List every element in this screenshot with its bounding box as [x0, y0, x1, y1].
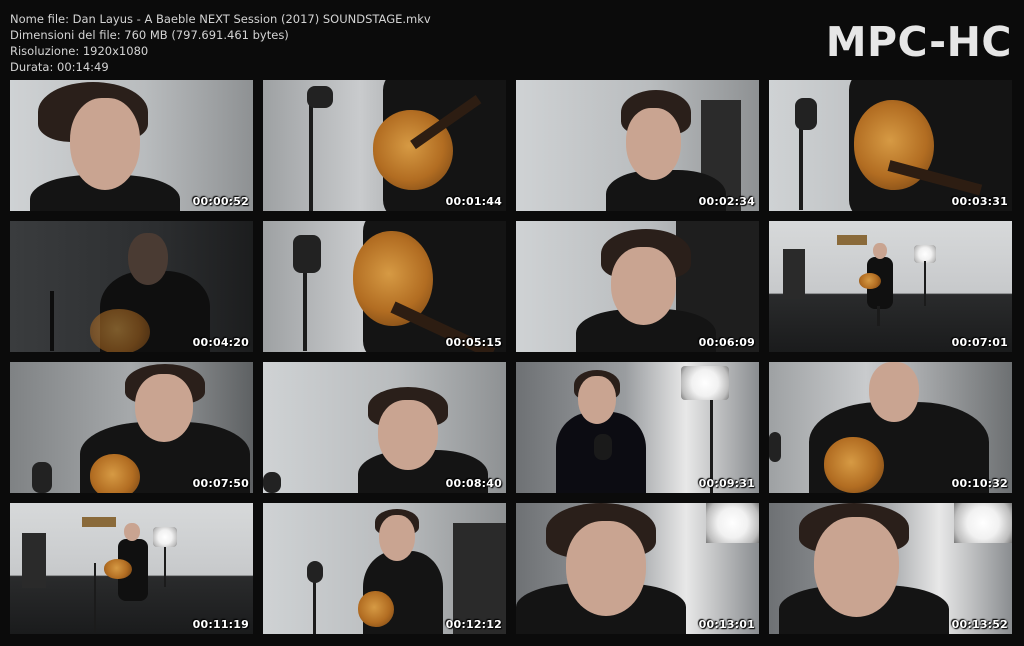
thumbnail[interactable]: 00:02:34: [516, 80, 759, 211]
video-frame: [516, 362, 759, 493]
video-frame: [769, 221, 1012, 352]
video-frame: [516, 503, 759, 634]
video-frame: [769, 80, 1012, 211]
timestamp: 00:07:01: [951, 336, 1008, 349]
video-frame: [769, 503, 1012, 634]
thumbnail[interactable]: 00:08:40: [263, 362, 506, 493]
thumbnail[interactable]: 00:03:31: [769, 80, 1012, 211]
thumbnail-grid: 00:00:52 00:01:44 00:02:34 00:03:31 00:0…: [10, 80, 1014, 636]
thumbnail[interactable]: 00:05:15: [263, 221, 506, 352]
thumbnail[interactable]: 00:13:52: [769, 503, 1012, 634]
thumbnail[interactable]: 00:07:50: [10, 362, 253, 493]
video-frame: [516, 221, 759, 352]
file-size: Dimensioni del file: 760 MB (797.691.461…: [10, 28, 289, 42]
timestamp: 00:12:12: [445, 618, 502, 631]
thumbnail[interactable]: 00:12:12: [263, 503, 506, 634]
video-frame: [10, 80, 253, 211]
timestamp: 00:03:31: [951, 195, 1008, 208]
timestamp: 00:10:32: [951, 477, 1008, 490]
timestamp: 00:00:52: [192, 195, 249, 208]
timestamp: 00:09:31: [698, 477, 755, 490]
thumbnail[interactable]: 00:11:19: [10, 503, 253, 634]
video-frame: [263, 221, 506, 352]
timestamp: 00:13:01: [698, 618, 755, 631]
timestamp: 00:02:34: [698, 195, 755, 208]
timestamp: 00:05:15: [445, 336, 502, 349]
thumbnail[interactable]: 00:01:44: [263, 80, 506, 211]
video-frame: [10, 362, 253, 493]
video-frame: [263, 80, 506, 211]
video-frame: [516, 80, 759, 211]
resolution: Risoluzione: 1920x1080: [10, 44, 149, 58]
timestamp: 00:13:52: [951, 618, 1008, 631]
thumbnail[interactable]: 00:07:01: [769, 221, 1012, 352]
video-frame: [263, 362, 506, 493]
timestamp: 00:01:44: [445, 195, 502, 208]
thumbnail[interactable]: 00:09:31: [516, 362, 759, 493]
duration: Durata: 00:14:49: [10, 60, 109, 74]
file-name: Nome file: Dan Layus - A Baeble NEXT Ses…: [10, 12, 431, 26]
video-frame: [10, 221, 253, 352]
video-frame: [769, 362, 1012, 493]
thumbnail[interactable]: 00:00:52: [10, 80, 253, 211]
thumbnail[interactable]: 00:06:09: [516, 221, 759, 352]
timestamp: 00:11:19: [192, 618, 249, 631]
timestamp: 00:04:20: [192, 336, 249, 349]
thumbnail[interactable]: 00:04:20: [10, 221, 253, 352]
video-frame: [10, 503, 253, 634]
timestamp: 00:07:50: [192, 477, 249, 490]
timestamp: 00:08:40: [445, 477, 502, 490]
file-info: Nome file: Dan Layus - A Baeble NEXT Ses…: [10, 11, 431, 75]
timestamp: 00:06:09: [698, 336, 755, 349]
mpc-hc-logo: MPC-HC: [825, 18, 1012, 66]
video-frame: [263, 503, 506, 634]
thumbnail[interactable]: 00:10:32: [769, 362, 1012, 493]
thumbnail[interactable]: 00:13:01: [516, 503, 759, 634]
